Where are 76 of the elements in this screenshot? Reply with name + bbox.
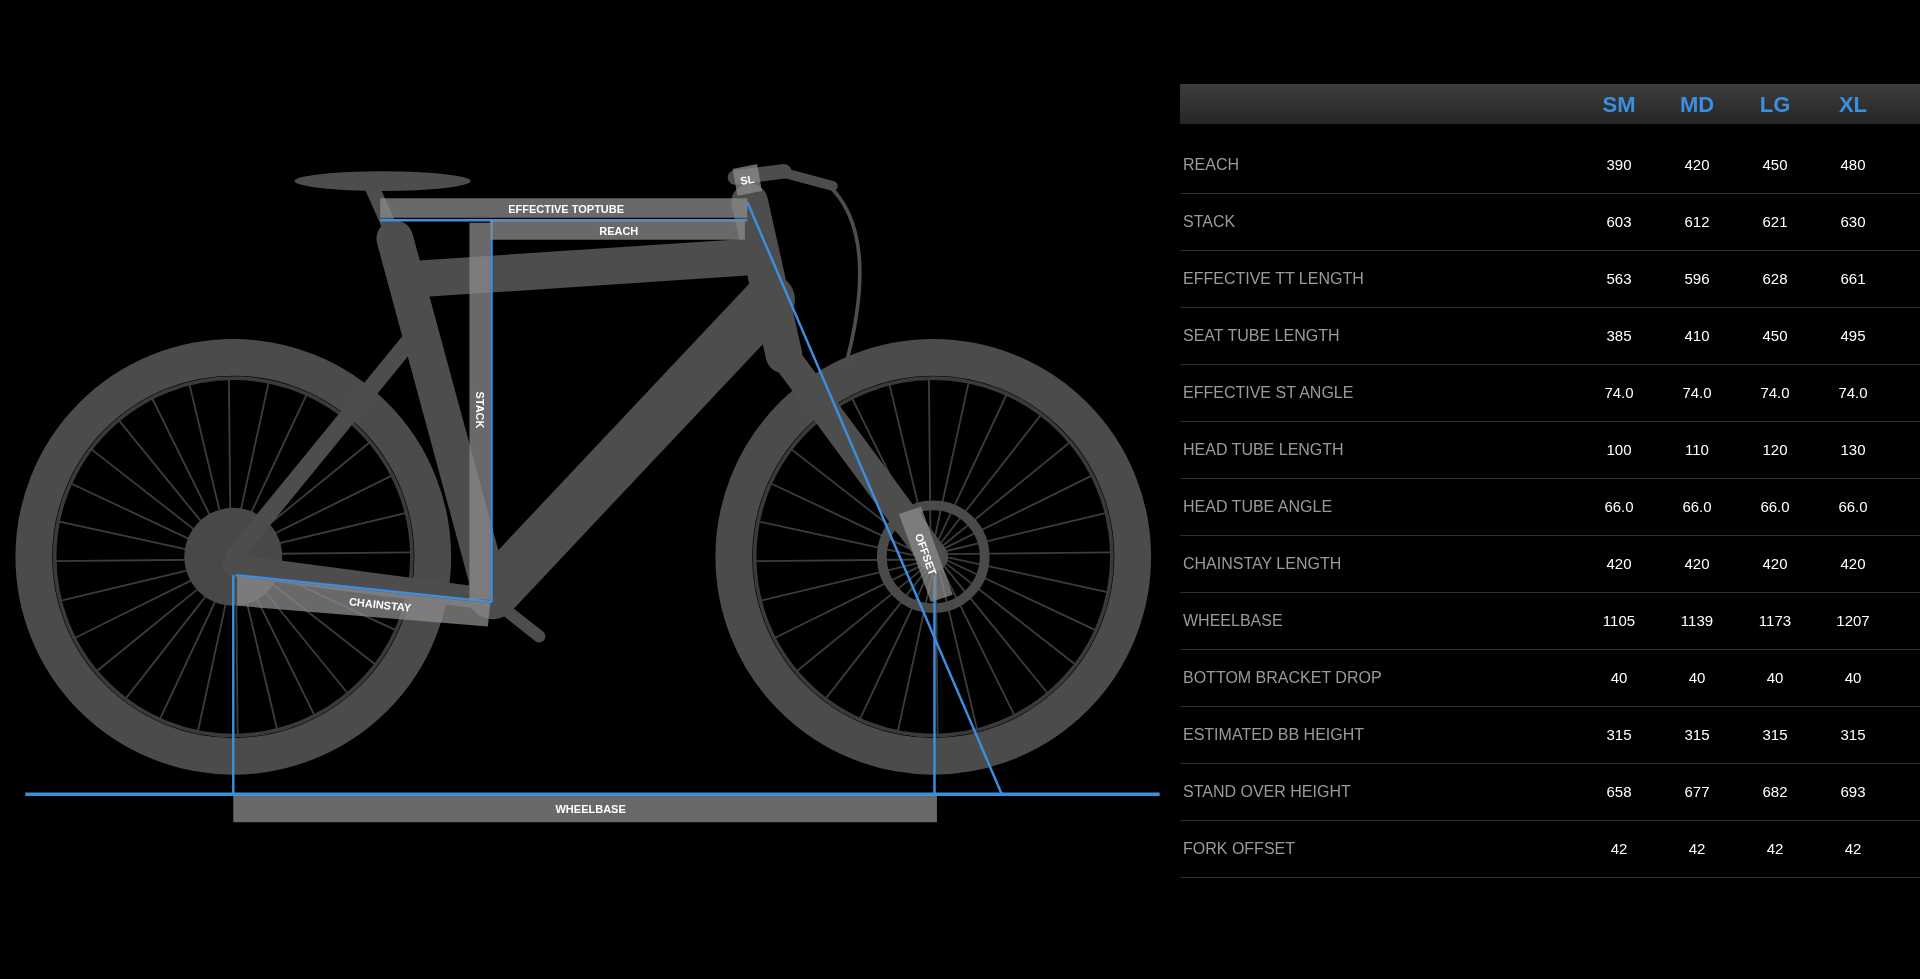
table-cell-text: 1207 xyxy=(1836,610,1870,631)
row-label: ESTIMATED BB HEIGHT xyxy=(1182,725,1365,745)
table-cell-text: 563 xyxy=(1606,268,1632,289)
dimension-label: REACH xyxy=(599,225,639,238)
table-cell-text: 677 xyxy=(1684,781,1710,802)
table-cell-text: 603 xyxy=(1606,211,1632,232)
size-heading: MD xyxy=(1679,90,1715,119)
table-cell-text: 621 xyxy=(1762,211,1788,232)
row-label: STAND OVER HEIGHT xyxy=(1182,782,1351,802)
table-cell-text: 1173 xyxy=(1758,610,1792,631)
table-cell-text: 1105 xyxy=(1602,610,1636,631)
table-cell-text: 315 xyxy=(1684,724,1710,745)
table-cell-text: 630 xyxy=(1840,211,1866,232)
row-label: BOTTOM BRACKET DROP xyxy=(1182,668,1382,688)
table-cell-text: 120 xyxy=(1762,439,1788,460)
row-label: WHEELBASE xyxy=(1182,611,1283,631)
table-cell-text: 74.0 xyxy=(1604,382,1634,403)
table-cell-text: 450 xyxy=(1762,154,1788,175)
table-cell-text: 420 xyxy=(1684,553,1710,574)
size-heading: LG xyxy=(1759,90,1791,119)
table-cell-text: 66.0 xyxy=(1682,496,1712,517)
table-cell-text: 74.0 xyxy=(1838,382,1868,403)
table-cell-text: 42 xyxy=(1766,838,1784,859)
table-cell-text: 420 xyxy=(1840,553,1866,574)
table-cell-text: 420 xyxy=(1762,553,1788,574)
table-cell-text: 40 xyxy=(1610,667,1628,688)
dimension-label: EFFECTIVE TOPTUBE xyxy=(508,203,625,216)
table-cell-text: 100 xyxy=(1606,439,1632,460)
row-label: FORK OFFSET xyxy=(1182,839,1295,859)
table-cell-text: 480 xyxy=(1840,154,1866,175)
table-cell-text: 450 xyxy=(1762,325,1788,346)
table-cell-text: 74.0 xyxy=(1760,382,1790,403)
table-cell-text: 1139 xyxy=(1680,610,1714,631)
table-cell-text: 658 xyxy=(1606,781,1632,802)
table-cell-text: 420 xyxy=(1684,154,1710,175)
row-label: HEAD TUBE ANGLE xyxy=(1182,497,1333,517)
row-label: EFFECTIVE TT LENGTH xyxy=(1182,269,1364,289)
table-cell-text: 315 xyxy=(1762,724,1788,745)
row-label: CHAINSTAY LENGTH xyxy=(1182,554,1342,574)
table-cell-text: 628 xyxy=(1762,268,1788,289)
row-label: REACH xyxy=(1182,155,1239,175)
table-cell-text: 130 xyxy=(1840,439,1866,460)
table-cell-text: 74.0 xyxy=(1682,382,1712,403)
table-cell-text: 410 xyxy=(1684,325,1710,346)
table-cell-text: 693 xyxy=(1840,781,1866,802)
dimension-bar xyxy=(732,164,762,196)
table-cell-text: 682 xyxy=(1762,781,1788,802)
table-cell-text: 42 xyxy=(1610,838,1628,859)
row-label: HEAD TUBE LENGTH xyxy=(1182,440,1344,460)
dimension-label: WHEELBASE xyxy=(555,802,626,815)
dimension-label: STACK xyxy=(474,391,487,429)
table-cell-text: 596 xyxy=(1684,268,1710,289)
table-cell-text: 40 xyxy=(1766,667,1784,688)
table-cell-text: 420 xyxy=(1606,553,1632,574)
table-cell-text: 40 xyxy=(1844,667,1862,688)
row-label: STACK xyxy=(1182,212,1236,232)
table-cell-text: 315 xyxy=(1606,724,1632,745)
table-cell-text: 495 xyxy=(1840,325,1866,346)
table-cell-text: 385 xyxy=(1606,325,1632,346)
table-cell-text: 390 xyxy=(1606,154,1632,175)
table-cell-text: 661 xyxy=(1840,268,1866,289)
dimension-label: CHAINSTAY xyxy=(348,595,412,614)
row-label: SEAT TUBE LENGTH xyxy=(1182,326,1340,346)
dimension-label: SL xyxy=(739,172,756,187)
table-cell-text: 315 xyxy=(1840,724,1866,745)
row-label: EFFECTIVE ST ANGLE xyxy=(1182,383,1354,403)
size-heading: XL xyxy=(1838,90,1868,119)
table-cell-text: 42 xyxy=(1844,838,1862,859)
table-cell-text: 110 xyxy=(1685,439,1709,460)
table-cell-text: 42 xyxy=(1688,838,1706,859)
table-cell-text: 66.0 xyxy=(1838,496,1868,517)
size-heading: SM xyxy=(1602,90,1636,119)
table-cell-text: 66.0 xyxy=(1604,496,1634,517)
table-cell-text: 66.0 xyxy=(1760,496,1790,517)
table-cell-text: 612 xyxy=(1684,211,1710,232)
table-cell-text: 40 xyxy=(1688,667,1706,688)
